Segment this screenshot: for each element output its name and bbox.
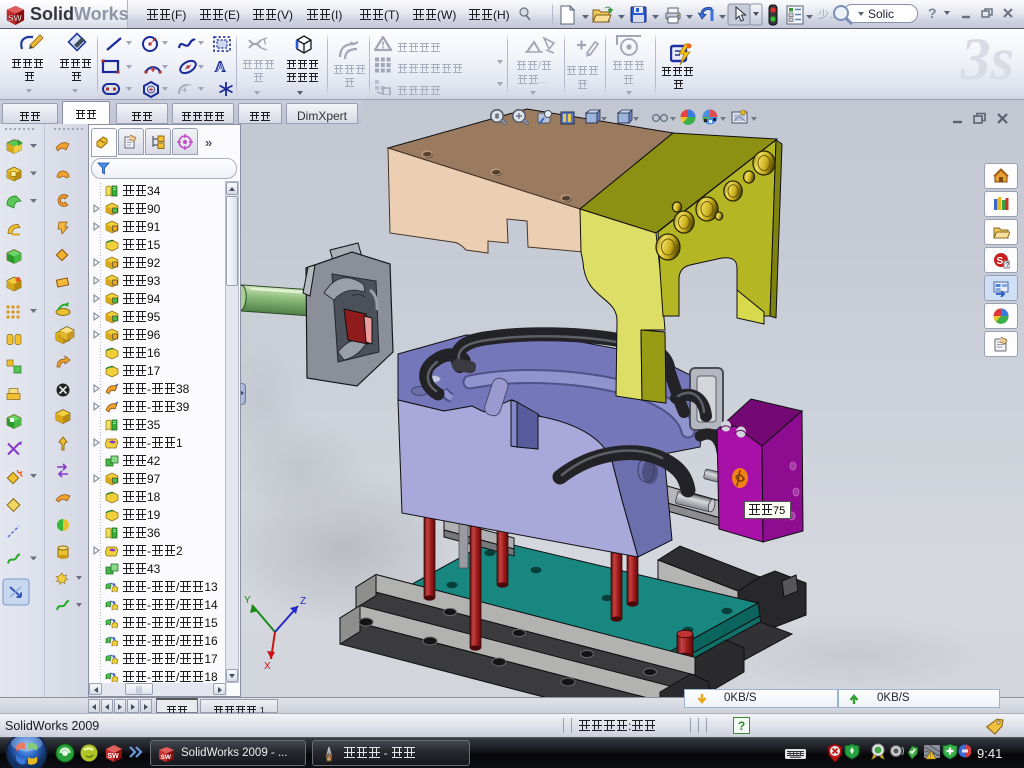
svg-text:Y: Y [244,595,251,606]
svg-text:A: A [217,62,225,74]
svg-text:SW: SW [161,754,172,761]
svg-text:S: S [997,256,1004,267]
svg-text:Z: Z [300,596,306,607]
svg-text:?: ? [1006,262,1010,269]
svg-text:SW: SW [8,13,23,23]
svg-text:SW: SW [108,753,120,760]
svg-text:X: X [264,661,271,672]
